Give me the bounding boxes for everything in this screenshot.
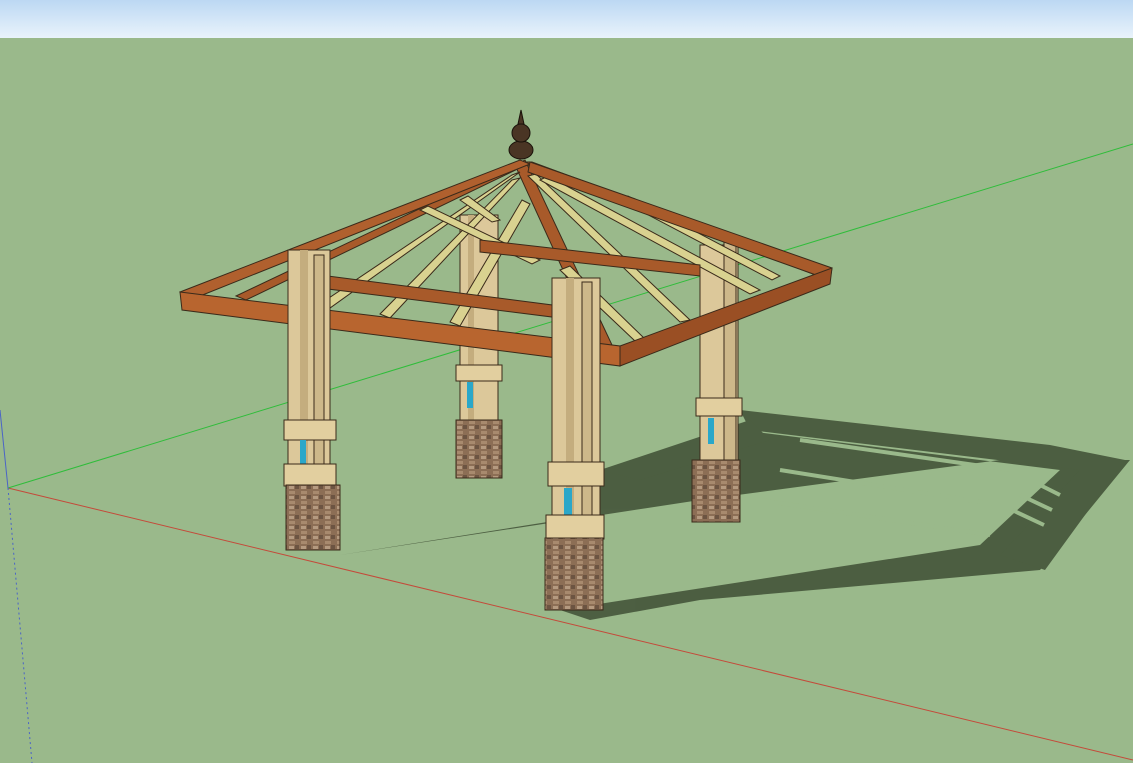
scene-canvas[interactable] <box>0 0 1133 763</box>
roof-finial[interactable] <box>508 109 534 160</box>
post-front-left[interactable] <box>283 249 341 551</box>
sketchup-viewport[interactable] <box>0 0 1133 763</box>
post-front-center[interactable] <box>544 277 605 611</box>
blue-axis-dotted <box>7 487 33 763</box>
blue-axis <box>0 409 9 489</box>
